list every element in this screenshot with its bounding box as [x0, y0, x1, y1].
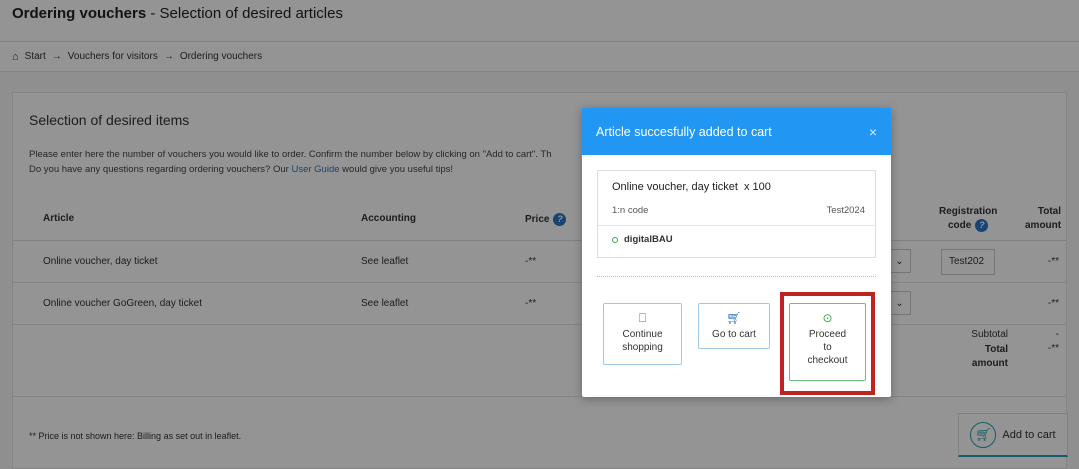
item-code-row: 1:n code Test2024	[598, 201, 875, 226]
item-quantity: x 100	[743, 181, 771, 193]
shopping-bag-icon: ⎕	[638, 311, 647, 325]
code-type: 1:n code	[612, 205, 649, 216]
modal-header: Article succesfully added to cart ×	[582, 108, 891, 155]
continue-shopping-button[interactable]: ⎕ Continue shopping	[603, 303, 682, 365]
modal-title: Article succesfully added to cart	[596, 124, 772, 139]
item-name: Online voucher, day ticket x 100	[612, 181, 771, 193]
cart-icon: 🛒︎	[726, 311, 742, 325]
close-icon[interactable]: ×	[869, 124, 877, 140]
status-dot-icon	[612, 236, 618, 243]
item-provider: digitalBAU	[612, 234, 673, 245]
highlight-box	[780, 292, 875, 395]
modal-divider	[597, 276, 876, 277]
code-value: Test2024	[826, 205, 865, 216]
cart-item-card: Online voucher, day ticket x 100 1:n code…	[597, 170, 876, 258]
go-to-cart-button[interactable]: 🛒︎ Go to cart	[698, 303, 770, 349]
modal-backdrop[interactable]	[0, 0, 1079, 469]
